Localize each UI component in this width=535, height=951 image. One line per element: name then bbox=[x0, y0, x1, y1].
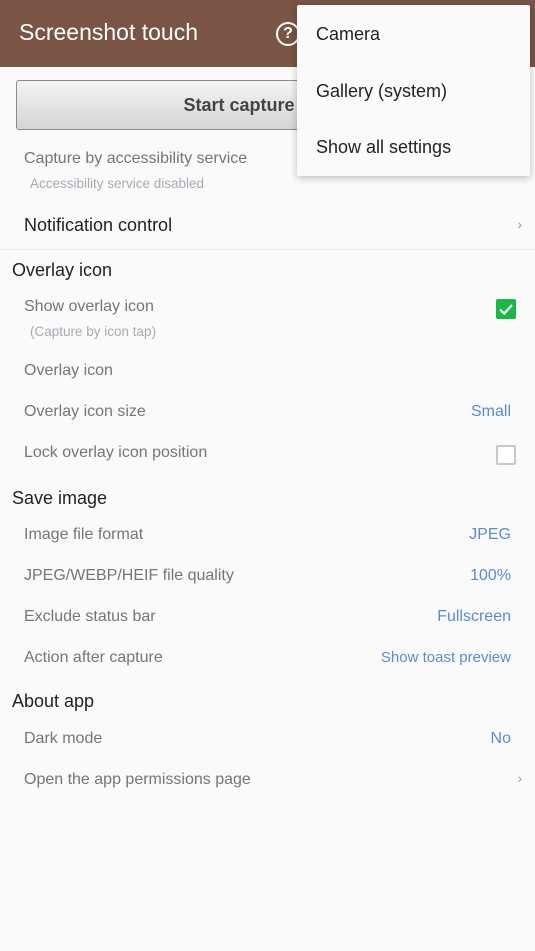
overlay-size-value: Small bbox=[470, 403, 511, 420]
dark-mode-label: Dark mode bbox=[24, 730, 103, 747]
format-label: Image file format bbox=[24, 526, 144, 543]
lock-position-checkbox[interactable] bbox=[496, 445, 516, 465]
accessibility-summary: Accessibility service disabled bbox=[30, 176, 205, 191]
permissions-label: Open the app permissions page bbox=[24, 771, 251, 788]
notification-label: Notification control bbox=[24, 215, 173, 235]
chevron-right-icon: › bbox=[517, 770, 522, 786]
status-bar-label: Exclude status bar bbox=[24, 608, 156, 625]
accessibility-label: Capture by accessibility service bbox=[24, 150, 248, 167]
show-overlay-checkbox[interactable] bbox=[496, 299, 516, 319]
menu-item-gallery[interactable]: Gallery (system) bbox=[316, 81, 447, 102]
lock-position-label: Lock overlay icon position bbox=[24, 444, 208, 461]
quality-label: JPEG/WEBP/HEIF file quality bbox=[24, 567, 234, 584]
section-header-save: Save image bbox=[12, 488, 108, 508]
status-bar-value: Fullscreen bbox=[437, 608, 511, 625]
show-overlay-summary: (Capture by icon tap) bbox=[30, 324, 157, 339]
section-header-overlay: Overlay icon bbox=[12, 260, 113, 280]
overflow-menu: Camera Gallery (system) Show all setting… bbox=[297, 5, 530, 176]
chevron-right-icon: › bbox=[517, 216, 522, 232]
format-value: JPEG bbox=[469, 526, 511, 543]
action-value: Show toast preview bbox=[380, 649, 511, 666]
overlay-icon-setting[interactable]: Overlay icon bbox=[24, 362, 113, 380]
overlay-size-label: Overlay icon size bbox=[24, 403, 146, 420]
dark-mode-value: No bbox=[490, 730, 511, 747]
show-overlay-label: Show overlay icon bbox=[24, 298, 154, 315]
app-title: Screenshot touch bbox=[19, 19, 199, 45]
section-header-about: About app bbox=[12, 691, 95, 711]
quality-value: 100% bbox=[470, 567, 511, 584]
divider bbox=[0, 249, 535, 250]
menu-item-show-all-settings[interactable]: Show all settings bbox=[316, 137, 451, 158]
menu-item-camera[interactable]: Camera bbox=[316, 24, 380, 45]
action-label: Action after capture bbox=[24, 649, 163, 666]
